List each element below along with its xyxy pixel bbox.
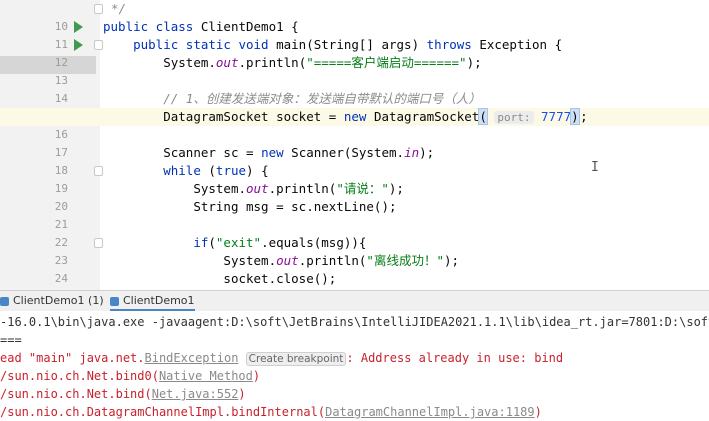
stack-trace-link[interactable]: Native Method [159,369,253,383]
run-icon[interactable] [74,39,83,51]
exception-link[interactable]: BindException [145,351,239,365]
code-line-12[interactable]: 12 public static void main(String[] args… [0,36,709,69]
stack-trace-line: /sun.nio.ch.DatagramChannelImpl.bindInte… [0,405,542,419]
code-line-23[interactable]: 23 if("exit".equals(msg)){ [0,234,709,267]
code-line-14[interactable]: 14 [0,72,709,105]
fold-icon[interactable] [94,166,103,176]
code-editor[interactable]: 10 */ 11 public class ClientDemo1 { 12 p… [0,0,709,290]
tab-clientdemo1-1[interactable]: ClientDemo1 (1)× [0,291,119,311]
stack-trace-link[interactable]: DatagramChannelImpl.java:1189 [325,405,535,419]
fold-icon[interactable] [94,238,103,248]
mouse-ibeam-icon: I [591,160,599,175]
code-line-19[interactable]: 19 while (true) { [0,162,709,195]
tab-clientdemo1[interactable]: ClientDemo1 [110,291,195,311]
code-line-22[interactable]: 22 [0,216,709,249]
code-line-11[interactable]: 11 public class ClientDemo1 { [0,18,709,51]
fold-icon[interactable] [94,40,103,50]
stack-trace-link[interactable]: Net.java:552 [152,387,239,401]
code-line-24[interactable]: 24 System.out.println("离线成功！"); [0,252,709,285]
code-line-18[interactable]: 18 Scanner sc = new Scanner(System.in); [0,144,709,177]
stack-trace-line: /sun.nio.ch.Net.bind(Net.java:552) [0,387,246,401]
console-command-line: -16.0.1\bin\java.exe -javaagent:D:\soft\… [0,315,709,329]
run-icon[interactable] [74,21,83,33]
code-line-21[interactable]: 21 String msg = sc.nextLine(); [0,198,709,231]
code-line-16[interactable]: 16 DatagramSocket socket = new DatagramS… [0,108,709,141]
run-config-icon [110,296,119,306]
code-line-20[interactable]: 20 System.out.println("请说："); [0,180,709,213]
fold-icon[interactable] [94,4,103,14]
code-line-15[interactable]: 15 // 1、创建发送端对象：发送端自带默认的端口号（人） [0,90,709,123]
param-hint: port: [494,111,534,124]
create-breakpoint-button[interactable]: Create breakpoint [245,352,347,366]
stack-trace-line: /sun.nio.ch.Net.bind0(Native Method) [0,369,261,383]
run-console[interactable]: -16.0.1\bin\java.exe -javaagent:D:\soft\… [0,311,709,421]
run-config-icon [0,296,9,306]
code-line-10[interactable]: 10 */ [0,0,709,33]
run-tool-tabs: ClientDemo1 (1)× ClientDemo1 [0,290,709,312]
console-exception-line: ead "main" java.net.BindException Create… [0,351,564,366]
code-line-17[interactable]: 17 [0,126,709,159]
console-separator: === [0,333,22,347]
code-line-25[interactable]: 25 socket.close(); [0,270,709,288]
code-line-13[interactable]: 13 System.out.println("=====客户端启动======"… [0,54,709,87]
